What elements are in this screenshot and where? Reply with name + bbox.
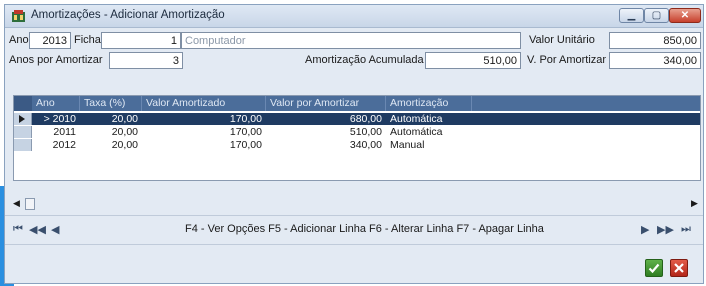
horizontal-scrollbar[interactable]: ◀ ▶	[13, 198, 701, 212]
table-row[interactable]: > 2010 20,00 170,00 680,00 Automática	[14, 113, 700, 125]
row-indicator	[14, 113, 32, 125]
navigation-bar: ⏮ ◀◀ ◀ F4 - Ver Opções F5 - Adicionar Li…	[5, 215, 703, 245]
v-por-amortizar-field[interactable]	[609, 52, 701, 69]
cell-valor-amortizado: 170,00	[229, 113, 262, 125]
anos-por-amortizar-label: Anos por Amortizar	[9, 54, 103, 66]
scroll-left-icon[interactable]: ◀	[13, 198, 25, 210]
ficha-field[interactable]	[101, 32, 181, 49]
scroll-right-icon[interactable]: ▶	[691, 198, 701, 210]
column-header[interactable]: Valor Amortizado	[142, 96, 266, 111]
dialog-window: Amortizações - Adicionar Amortização ▁ ▢…	[4, 4, 704, 284]
cell-ano: 2012	[52, 139, 76, 151]
scroll-thumb[interactable]	[25, 198, 35, 210]
cell-valor-amortizado: 170,00	[229, 126, 262, 138]
maximize-icon: ▢	[651, 9, 662, 21]
previous-page-icon[interactable]: ◀◀	[29, 223, 46, 236]
row-indicator	[14, 126, 32, 138]
amortizacao-acumulada-field[interactable]	[425, 52, 521, 69]
cell-valor-por-amortizar: 340,00	[349, 139, 382, 151]
ano-field[interactable]	[29, 32, 71, 49]
table-row[interactable]: 2011 20,00 170,00 510,00 Automática	[14, 126, 700, 138]
column-header[interactable]: Taxa (%)	[80, 96, 142, 111]
app-icon	[12, 10, 25, 22]
previous-record-icon[interactable]: ◀	[51, 223, 59, 236]
maximize-button[interactable]: ▢	[644, 8, 669, 23]
row-pointer-icon	[19, 115, 25, 123]
confirm-button[interactable]	[645, 259, 663, 277]
cell-amortizacao: Automática	[390, 113, 443, 125]
cancel-button[interactable]	[670, 259, 688, 277]
cell-ano: 2011	[53, 126, 76, 138]
ano-label: Ano	[9, 34, 29, 46]
cell-taxa: 20,00	[111, 126, 138, 138]
cell-valor-por-amortizar: 510,00	[349, 126, 382, 138]
amortizacao-acumulada-label: Amortização Acumulada	[305, 54, 424, 66]
v-por-amortizar-label: V. Por Amortizar	[527, 54, 607, 66]
column-header[interactable]: Valor por Amortizar	[266, 96, 386, 111]
table-row[interactable]: 2012 20,00 170,00 340,00 Manual	[14, 139, 700, 151]
close-button[interactable]: ✕	[669, 8, 701, 23]
anos-por-amortizar-field[interactable]	[109, 52, 183, 69]
check-icon	[648, 263, 660, 274]
descricao-field[interactable]	[181, 32, 521, 49]
amortization-table[interactable]: Ano Taxa (%) Valor Amortizado Valor por …	[13, 95, 701, 181]
ficha-label: Ficha	[74, 34, 101, 46]
column-header[interactable]: Ano	[32, 96, 80, 111]
x-icon	[674, 263, 684, 273]
header-corner	[14, 96, 32, 111]
row-indicator	[14, 139, 32, 151]
next-page-icon[interactable]: ▶▶	[657, 223, 674, 236]
cell-amortizacao: Automática	[390, 126, 443, 138]
title-bar: Amortizações - Adicionar Amortização ▁ ▢…	[5, 5, 703, 28]
close-icon: ✕	[680, 9, 690, 21]
last-record-icon[interactable]: ⏭	[681, 223, 691, 236]
cell-taxa: 20,00	[111, 113, 138, 125]
minimize-icon: ▁	[627, 9, 636, 21]
cell-amortizacao: Manual	[390, 139, 425, 151]
cell-taxa: 20,00	[111, 139, 138, 151]
cell-valor-por-amortizar: 680,00	[349, 113, 382, 125]
next-record-icon[interactable]: ▶	[641, 223, 649, 236]
column-header[interactable]: Amortização	[386, 96, 472, 111]
valor-unitario-label: Valor Unitário	[529, 34, 595, 46]
minimize-button[interactable]: ▁	[619, 8, 644, 23]
cell-ano: > 2010	[43, 113, 76, 125]
valor-unitario-field[interactable]	[609, 32, 701, 49]
shortcut-hint: F4 - Ver Opções F5 - Adicionar Linha F6 …	[185, 223, 544, 235]
first-record-icon[interactable]: ⏮	[13, 223, 23, 236]
table-header: Ano Taxa (%) Valor Amortizado Valor por …	[14, 96, 700, 111]
window-title: Amortizações - Adicionar Amortização	[31, 9, 225, 21]
cell-valor-amortizado: 170,00	[229, 139, 262, 151]
